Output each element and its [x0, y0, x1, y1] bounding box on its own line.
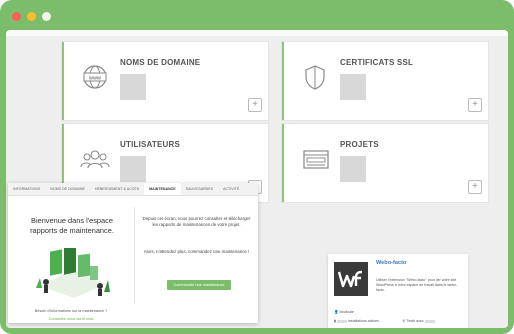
tab-hosting-access[interactable]: HÉBERGEMENT & ACCÈS	[90, 183, 144, 195]
maintenance-panel: INFORMATIONS NOMS DE DOMAINE HÉBERGEMENT…	[8, 183, 258, 323]
users-icon	[78, 142, 112, 176]
thumbnail-placeholder	[120, 156, 146, 182]
author-label: Modicale	[339, 310, 354, 314]
help-question: Besoin d'informations sur la maintenance…	[34, 309, 108, 313]
www-globe-icon: www	[78, 60, 112, 94]
plugin-installs: ▮ installations actives	[334, 319, 379, 323]
welcome-heading: Bienvenue dans l'espace rapports de main…	[30, 216, 114, 235]
add-button[interactable]: +	[468, 98, 482, 112]
tab-backups[interactable]: SAUVEGARDES	[181, 183, 218, 195]
tab-informations[interactable]: INFORMATIONS	[8, 183, 45, 195]
tested-label: Testé avec	[406, 319, 424, 323]
card-title: UTILISATEURS	[120, 140, 181, 149]
maintenance-welcome: Bienvenue dans l'espace rapports de main…	[8, 196, 134, 322]
card-title: NOMS DE DOMAINE	[120, 58, 201, 67]
window-controls	[12, 12, 51, 21]
tab-activity[interactable]: ACTIVITÉ	[218, 183, 244, 195]
minimize-dot[interactable]	[27, 12, 36, 21]
card-title: PROJETS	[340, 140, 379, 149]
tab-maintenance[interactable]: MAINTENANCE	[144, 183, 181, 195]
tab-domain-names[interactable]: NOMS DE DOMAINE	[45, 183, 90, 195]
order-maintenance-button[interactable]: Commander une maintenance	[167, 280, 231, 290]
plugin-tested: ⓦ Testé avec	[402, 319, 435, 324]
installs-count-placeholder	[336, 319, 347, 323]
shield-icon	[298, 60, 332, 94]
thumbnail-placeholder	[120, 74, 146, 100]
plugin-card: Webo-facto Utiliser l'extension "Webo-fa…	[328, 254, 468, 328]
close-dot[interactable]	[12, 12, 21, 21]
webo-facto-logo	[334, 262, 368, 296]
card-ssl-certificates[interactable]: CERTIFICATS SSL +	[282, 42, 488, 120]
card-projects[interactable]: PROJETS +	[282, 124, 488, 202]
user-icon: 👤	[334, 310, 339, 314]
maintenance-illustration	[30, 244, 114, 300]
plugin-description: Utiliser l'extension "Webo-facto" pour l…	[376, 278, 458, 292]
maintenance-cta-text: Alors, n'attendez plus, commandez une ma…	[143, 249, 250, 254]
maximize-dot[interactable]	[42, 12, 51, 21]
maintenance-info: Depuis cet écran, vous pourrez consulter…	[135, 196, 258, 322]
add-button[interactable]: +	[248, 98, 262, 112]
maintenance-description: Depuis cet écran, vous pourrez consulter…	[142, 216, 251, 228]
thumbnail-placeholder	[340, 156, 366, 182]
top-band	[6, 30, 508, 36]
browser-frame: www NOMS DE DOMAINE + CERTIFICATS SSL + …	[0, 0, 514, 334]
card-title: CERTIFICATS SSL	[340, 58, 414, 67]
tab-bar: INFORMATIONS NOMS DE DOMAINE HÉBERGEMENT…	[8, 183, 258, 196]
thumbnail-placeholder	[340, 74, 366, 100]
plugin-name[interactable]: Webo-facto	[376, 260, 406, 266]
plugin-author: 👤 Modicale	[334, 310, 354, 314]
wordpress-icon: ⓦ	[402, 319, 406, 323]
add-button[interactable]: +	[468, 180, 482, 194]
chart-icon: ▮	[334, 319, 336, 323]
svg-text:www: www	[88, 76, 101, 82]
chat-contact-link[interactable]: Contactez-nous via le chat	[14, 317, 128, 321]
version-placeholder	[424, 319, 435, 323]
window-icon	[298, 142, 332, 176]
card-domain-names[interactable]: www NOMS DE DOMAINE +	[62, 42, 268, 120]
installs-label: installations actives	[347, 319, 379, 323]
